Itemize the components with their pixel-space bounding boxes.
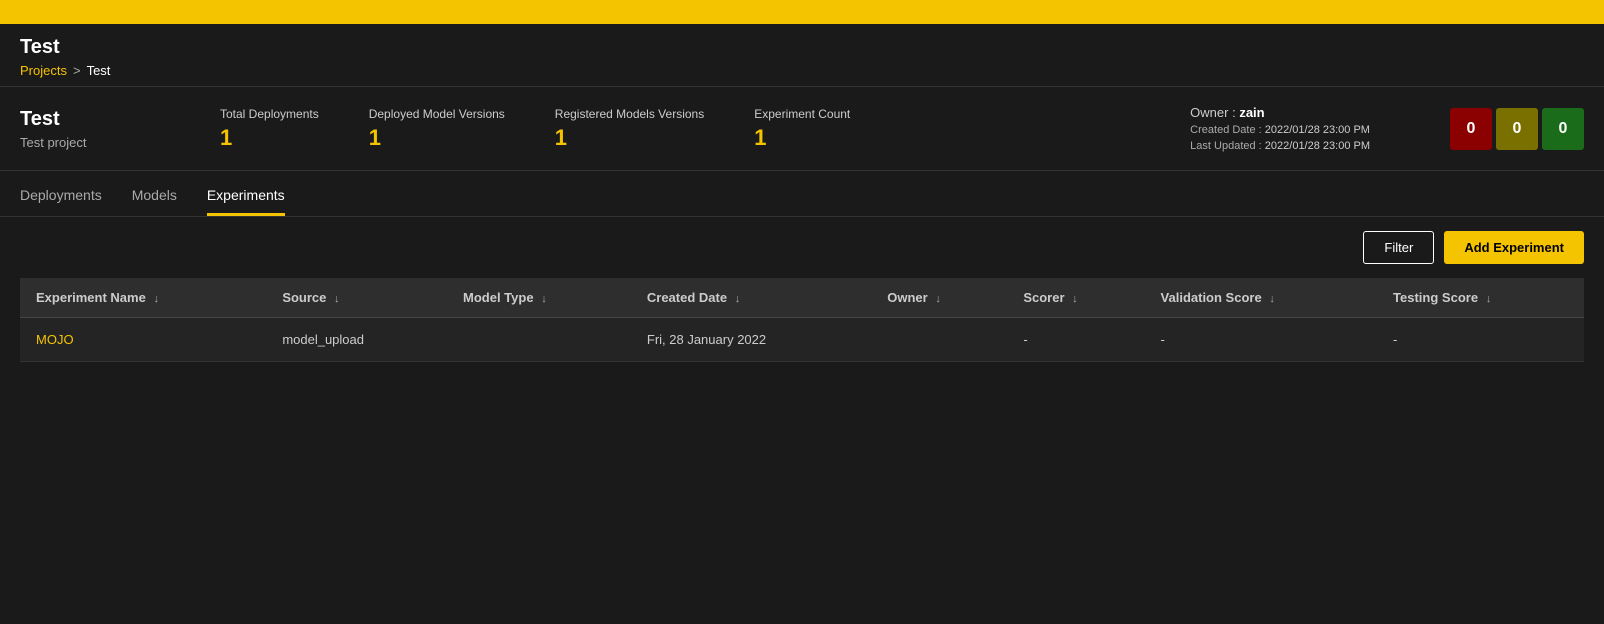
tab-experiments[interactable]: Experiments: [207, 187, 285, 216]
owner-cell: [871, 318, 1007, 362]
stat-total-deployments: Total Deployments 1: [220, 107, 319, 151]
status-badges: 0 0 0: [1450, 108, 1584, 150]
col-model-type[interactable]: Model Type ↓: [447, 278, 631, 318]
last-updated-line: Last Updated : 2022/01/28 23:00 PM: [1190, 140, 1370, 152]
stat-experiment-count-label: Experiment Count: [754, 107, 850, 121]
experiment-name-cell[interactable]: MOJO: [20, 318, 266, 362]
breadcrumb-projects-link[interactable]: Projects: [20, 63, 67, 78]
stat-experiment-count-value: 1: [754, 125, 850, 151]
badge-green: 0: [1542, 108, 1584, 150]
project-info-section: Test Test project Total Deployments 1 De…: [0, 87, 1604, 171]
stat-registered-models-versions-label: Registered Models Versions: [555, 107, 704, 121]
tab-deployments[interactable]: Deployments: [20, 187, 102, 216]
sort-validation-score-icon: ↓: [1269, 293, 1275, 305]
owner-label: Owner :: [1190, 105, 1236, 120]
source-cell: model_upload: [266, 318, 447, 362]
created-date-value: 2022/01/28 23:00 PM: [1265, 124, 1370, 136]
col-validation-score[interactable]: Validation Score ↓: [1145, 278, 1378, 318]
badge-olive: 0: [1496, 108, 1538, 150]
sort-source-icon: ↓: [334, 293, 340, 305]
scorer-cell: -: [1007, 318, 1144, 362]
stat-total-deployments-label: Total Deployments: [220, 107, 319, 121]
stats-block: Total Deployments 1 Deployed Model Versi…: [220, 107, 1130, 151]
stat-total-deployments-value: 1: [220, 125, 319, 151]
table-header-row: Experiment Name ↓ Source ↓ Model Type ↓ …: [20, 278, 1584, 318]
sort-created-date-icon: ↓: [735, 293, 741, 305]
col-testing-score[interactable]: Testing Score ↓: [1377, 278, 1584, 318]
tab-models[interactable]: Models: [132, 187, 177, 216]
created-date-cell: Fri, 28 January 2022: [631, 318, 871, 362]
sort-testing-score-icon: ↓: [1486, 293, 1492, 305]
validation-score-cell: -: [1145, 318, 1378, 362]
breadcrumb-current: Test: [87, 63, 111, 78]
owner-name: zain: [1239, 105, 1264, 120]
created-date-label: Created Date :: [1190, 124, 1262, 136]
breadcrumb-separator: >: [73, 63, 81, 78]
filter-button[interactable]: Filter: [1363, 231, 1434, 264]
stat-deployed-model-versions: Deployed Model Versions 1: [369, 107, 505, 151]
col-created-date[interactable]: Created Date ↓: [631, 278, 871, 318]
tabs-section: Deployments Models Experiments: [0, 171, 1604, 217]
col-source[interactable]: Source ↓: [266, 278, 447, 318]
stat-registered-models-versions-value: 1: [555, 125, 704, 151]
col-experiment-name[interactable]: Experiment Name ↓: [20, 278, 266, 318]
table-row: MOJO model_upload Fri, 28 January 2022 -…: [20, 318, 1584, 362]
sort-experiment-name-icon: ↓: [153, 293, 159, 305]
col-owner[interactable]: Owner ↓: [871, 278, 1007, 318]
col-scorer[interactable]: Scorer ↓: [1007, 278, 1144, 318]
project-name: Test: [20, 108, 160, 131]
stat-deployed-model-versions-value: 1: [369, 125, 505, 151]
created-date-line: Created Date : 2022/01/28 23:00 PM: [1190, 124, 1370, 136]
sort-model-type-icon: ↓: [541, 293, 547, 305]
stat-deployed-model-versions-label: Deployed Model Versions: [369, 107, 505, 121]
sort-owner-icon: ↓: [935, 293, 941, 305]
stat-registered-models-versions: Registered Models Versions 1: [555, 107, 704, 151]
experiments-table: Experiment Name ↓ Source ↓ Model Type ↓ …: [20, 278, 1584, 362]
last-updated-label: Last Updated :: [1190, 140, 1262, 152]
owner-line: Owner : zain: [1190, 105, 1370, 120]
badge-red: 0: [1450, 108, 1492, 150]
breadcrumb: Projects > Test: [20, 63, 1584, 78]
header-area: Test Projects > Test: [0, 24, 1604, 87]
top-bar: [0, 0, 1604, 24]
project-name-block: Test Test project: [20, 108, 160, 150]
stat-experiment-count: Experiment Count 1: [754, 107, 850, 151]
last-updated-value: 2022/01/28 23:00 PM: [1265, 140, 1370, 152]
project-description: Test project: [20, 135, 160, 150]
actions-row: Filter Add Experiment: [0, 217, 1604, 278]
sort-scorer-icon: ↓: [1072, 293, 1078, 305]
page-title: Test: [20, 36, 1584, 59]
add-experiment-button[interactable]: Add Experiment: [1444, 231, 1584, 264]
testing-score-cell: -: [1377, 318, 1584, 362]
model-type-cell: [447, 318, 631, 362]
table-container: Experiment Name ↓ Source ↓ Model Type ↓ …: [0, 278, 1604, 362]
owner-block: Owner : zain Created Date : 2022/01/28 2…: [1190, 105, 1370, 152]
